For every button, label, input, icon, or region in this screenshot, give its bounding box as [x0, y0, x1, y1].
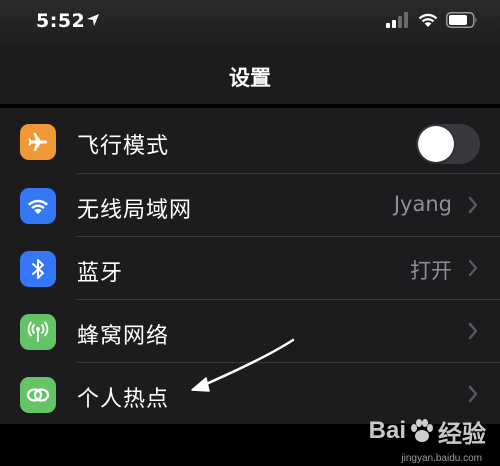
- watermark-brand-right: 经验: [438, 420, 486, 448]
- settings-row-cellular[interactable]: 蜂窝网络: [0, 300, 500, 363]
- bluetooth-label: 蓝牙: [77, 261, 124, 286]
- antenna-icon: [20, 314, 56, 350]
- location-arrow-icon: [87, 14, 99, 26]
- wifi-network-value: Jyang: [393, 192, 452, 216]
- navigation-bar: 设置: [0, 44, 500, 106]
- chevron-right-icon: [468, 385, 478, 403]
- cellular-signal-icon: [386, 12, 408, 28]
- status-time: 5:52: [36, 10, 86, 32]
- chevron-right-icon: [468, 259, 478, 277]
- paw-icon: [411, 419, 433, 442]
- toggle-knob: [418, 126, 454, 162]
- settings-list: 飞行模式 无线局域网 Jyang 蓝牙 打开 蜂窝网络 个人热点: [0, 108, 500, 424]
- wifi-status-icon: [418, 13, 438, 27]
- airplane-icon: [20, 124, 56, 160]
- cellular-label: 蜂窝网络: [77, 324, 170, 349]
- watermark-url: jingyan.baidu.com: [401, 453, 482, 464]
- watermark-brand-left: Bai: [368, 417, 406, 444]
- settings-row-airplane-mode[interactable]: 飞行模式: [0, 110, 500, 173]
- chevron-right-icon: [468, 196, 478, 214]
- settings-row-wifi[interactable]: 无线局域网 Jyang: [0, 174, 500, 237]
- baidu-watermark-logo: Bai 经验: [369, 414, 486, 448]
- battery-icon: [446, 12, 477, 28]
- hotspot-icon: [20, 377, 56, 413]
- airplane-mode-toggle[interactable]: [416, 124, 480, 164]
- chevron-right-icon: [468, 322, 478, 340]
- personal-hotspot-label: 个人热点: [77, 387, 170, 412]
- wifi-icon: [20, 188, 56, 224]
- wifi-label: 无线局域网: [77, 198, 193, 223]
- airplane-mode-label: 飞行模式: [77, 134, 170, 159]
- bluetooth-status-value: 打开: [410, 259, 452, 283]
- settings-row-bluetooth[interactable]: 蓝牙 打开: [0, 237, 500, 300]
- bluetooth-icon: [20, 251, 56, 287]
- page-title: 设置: [229, 66, 271, 90]
- status-bar: 5:52: [0, 0, 500, 44]
